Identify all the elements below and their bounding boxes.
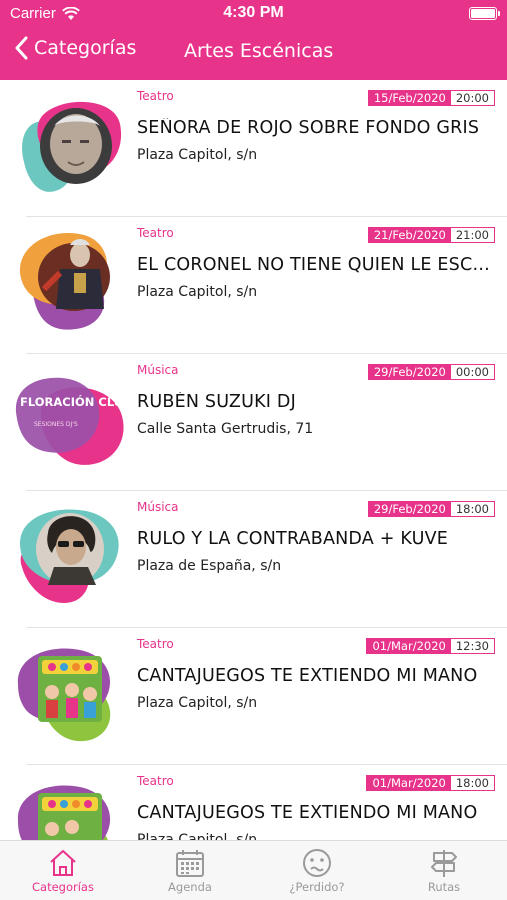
event-title: RULO Y LA CONTRABANDA + KUVE [137,529,449,549]
event-thumbnail [20,509,119,603]
tab-rutas[interactable]: Rutas [381,841,507,900]
tab-perdido[interactable]: ¿Perdido? [254,841,380,900]
event-datetime: 29/Feb/2020 18:00 [367,501,495,517]
event-time: 20:00 [450,91,494,105]
event-title: CANTAJUEGOS TE EXTIENDO MI MANO [137,803,478,823]
event-category: Teatro [137,226,174,240]
event-date: 01/Mar/2020 [367,776,451,790]
event-category: Música [137,363,179,377]
event-datetime: 01/Mar/2020 18:00 [366,775,495,791]
event-datetime: 21/Feb/2020 21:00 [367,227,495,243]
back-button[interactable]: Categorías [14,36,136,60]
tab-categorias[interactable]: Categorías [0,841,126,900]
navbar: Categorías Artes Escénicas [0,32,507,76]
event-title: SEÑORA DE ROJO SOBRE FONDO GRIS [137,118,480,138]
event-category: Teatro [137,637,174,651]
tab-label: Rutas [427,880,461,894]
event-datetime: 15/Feb/2020 20:00 [367,90,495,106]
event-venue: Plaza de España, s/n [137,558,282,574]
calendar-icon [176,850,204,877]
chevron-left-icon [15,36,28,60]
thumbnail-subtext: SESIONES DJ'S [34,421,78,428]
header: Carrier 4:30 PM Categorías Artes Escénic… [0,0,507,80]
event-row[interactable]: Teatro 15/Feb/2020 20:00 SEÑORA DE ROJO … [0,80,507,217]
event-thumbnail: FLORACIÓN CLUB SESIONES DJ'S [15,377,126,465]
event-category: Teatro [137,89,174,103]
confused-face-icon [303,849,331,877]
clock: 4:30 PM [223,4,284,21]
event-row[interactable]: Teatro 01/Mar/2020 18:00 CANTAJUEGOS TE … [0,765,507,840]
event-date: 29/Feb/2020 [368,365,451,379]
event-date: 01/Mar/2020 [367,639,451,653]
event-row[interactable]: FLORACIÓN CLUB SESIONES DJ'S Música 29/F… [0,354,507,491]
event-category: Teatro [137,774,174,788]
app: Carrier 4:30 PM Categorías Artes Escénic… [0,0,507,900]
event-venue: Calle Santa Gertrudis, 71 [137,421,314,437]
event-row[interactable]: Teatro 01/Mar/2020 12:30 CANTAJUEGOS TE … [0,628,507,765]
event-time: 00:00 [450,365,494,379]
status-bar: Carrier 4:30 PM [0,0,507,28]
tab-label: Agenda [168,880,212,894]
event-row[interactable]: Teatro 21/Feb/2020 21:00 EL CORONEL NO T… [0,217,507,354]
event-date: 15/Feb/2020 [368,91,451,105]
thumbnail-text: FLORACIÓN CLUB [20,394,126,409]
event-date: 21/Feb/2020 [368,228,451,242]
battery-icon [469,7,500,20]
event-title: EL CORONEL NO TIENE QUIEN LE ESCR… [137,255,495,275]
event-date: 29/Feb/2020 [368,502,451,516]
event-title: CANTAJUEGOS TE EXTIENDO MI MANO [137,666,478,686]
event-time: 21:00 [450,228,494,242]
page-title: Artes Escénicas [184,40,334,62]
event-time: 18:00 [450,776,494,790]
event-venue: Plaza Capitol, s/n [137,832,258,840]
house-icon [50,850,76,876]
event-time: 18:00 [450,502,494,516]
tab-bar: Categorías Agenda ¿Perdido? Rutas [0,840,507,900]
event-venue: Plaza Capitol, s/n [137,695,258,711]
event-datetime: 01/Mar/2020 12:30 [366,638,495,654]
event-title: RUBÉN SUZUKI DJ [137,392,296,412]
event-datetime: 29/Feb/2020 00:00 [367,364,495,380]
back-label: Categorías [34,37,137,59]
event-thumbnail [17,648,111,742]
event-row[interactable]: Música 29/Feb/2020 18:00 RULO Y LA CONTR… [0,491,507,628]
event-thumbnail [19,232,110,330]
event-venue: Plaza Capitol, s/n [137,284,258,300]
event-thumbnail [22,101,122,192]
event-thumbnail [17,785,110,840]
event-category: Música [137,500,179,514]
event-time: 12:30 [450,639,494,653]
event-list[interactable]: Teatro 15/Feb/2020 20:00 SEÑORA DE ROJO … [0,80,507,840]
event-venue: Plaza Capitol, s/n [137,147,258,163]
signpost-icon [431,850,457,877]
tab-label: ¿Perdido? [289,880,345,894]
tab-agenda[interactable]: Agenda [127,841,253,900]
tab-label: Categorías [32,880,94,894]
